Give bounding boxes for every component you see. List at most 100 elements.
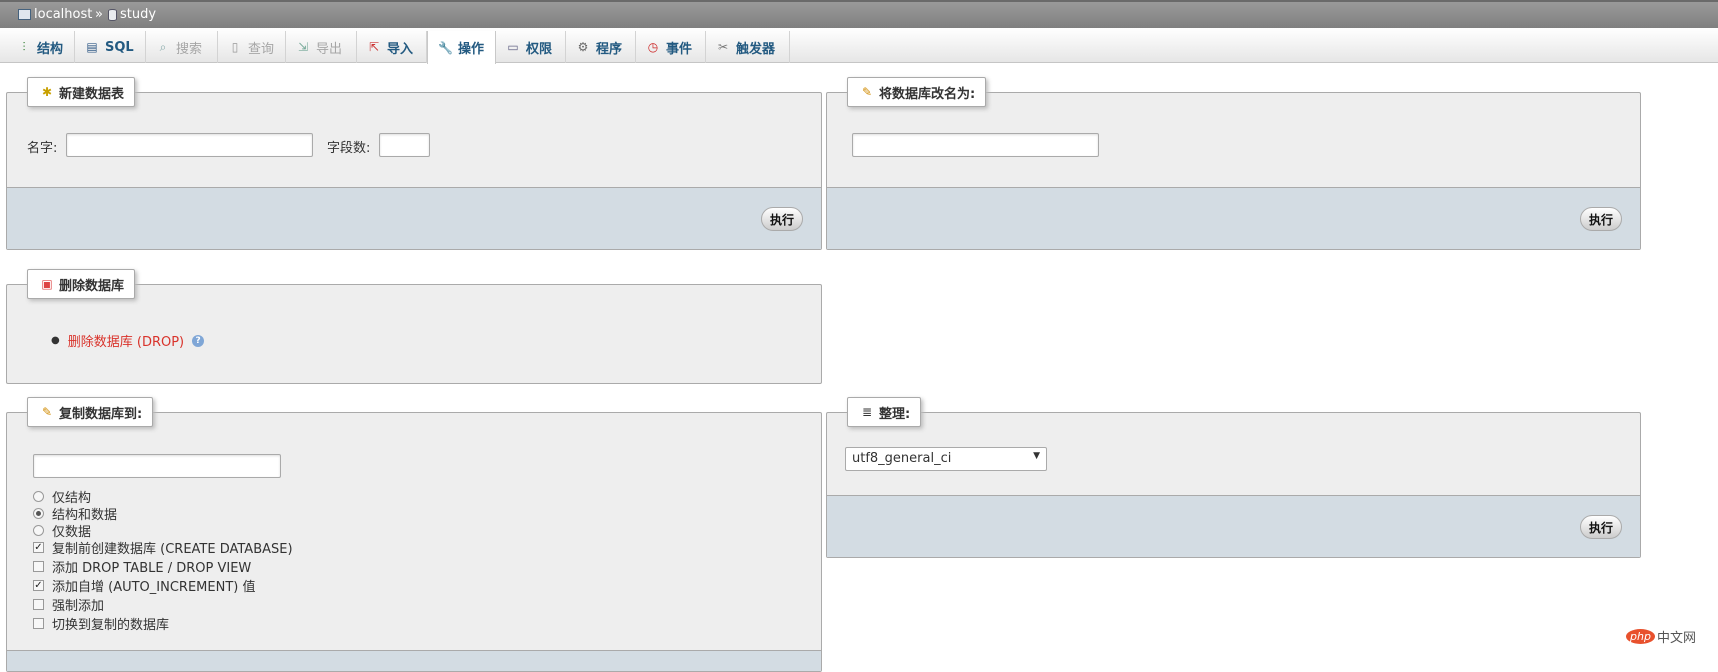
collation-select[interactable]: utf8_general_ci ▼ xyxy=(845,447,1047,471)
tab-structure[interactable]: ⫶ 结构 xyxy=(7,31,75,63)
drop-db-item: ● 删除数据库 (DROP) ? xyxy=(51,331,205,350)
server-icon xyxy=(18,9,31,20)
tab-export: ⇲ 导出 xyxy=(286,31,357,63)
watermark-text: 中文网 xyxy=(1656,631,1696,646)
tab-operations-label: 操作 xyxy=(458,42,485,57)
collation-submit-button[interactable]: 执行 xyxy=(1579,515,1622,539)
tab-import-label: 导入 xyxy=(387,41,414,57)
checkbox[interactable] xyxy=(33,561,44,572)
tab-privileges-label: 权限 xyxy=(526,41,553,57)
copy-option-create-database[interactable]: ✓ 复制前创建数据库 (CREATE DATABASE) xyxy=(33,538,293,557)
option-label: 复制前创建数据库 (CREATE DATABASE) xyxy=(52,542,293,557)
breadcrumb-database-label[interactable]: study xyxy=(120,7,156,22)
bullet-icon: ● xyxy=(51,335,60,346)
routines-icon: ⚙ xyxy=(577,40,589,54)
export-icon: ⇲ xyxy=(297,40,309,54)
tab-structure-label: 结构 xyxy=(37,41,64,57)
watermark-logo: php xyxy=(1626,629,1655,644)
copy-db-panel: ✎ 复制数据库到: 仅结构 结构和数据 仅数据 ✓ 复制前创建数据库 (CREA… xyxy=(6,397,822,672)
rename-db-input[interactable] xyxy=(852,133,1099,157)
copy-db-legend: ✎ 复制数据库到: xyxy=(27,397,154,427)
new-table-icon: ✱ xyxy=(41,85,53,99)
rename-db-footer: 执行 xyxy=(827,187,1640,249)
query-icon: ▯ xyxy=(231,40,239,54)
collation-legend: ≣ 整理: xyxy=(847,397,922,427)
tab-routines[interactable]: ⚙ 程序 xyxy=(566,31,636,63)
breadcrumb-separator: » xyxy=(95,7,103,22)
events-icon: ◷ xyxy=(647,40,659,54)
tab-sql[interactable]: ▤ SQL xyxy=(75,31,146,63)
pencil-icon: ✎ xyxy=(41,405,53,419)
drop-db-legend: ▣ 删除数据库 xyxy=(27,269,136,299)
breadcrumb-server-label[interactable]: localhost xyxy=(34,7,92,22)
create-table-legend: ✱ 新建数据表 xyxy=(27,77,136,107)
copy-option-drop-table[interactable]: 添加 DROP TABLE / DROP VIEW xyxy=(33,557,251,576)
import-icon: ⇱ xyxy=(368,40,380,54)
breadcrumb: localhost » study xyxy=(0,0,1718,28)
create-table-submit-button[interactable]: 执行 xyxy=(760,207,803,231)
tab-events-label: 事件 xyxy=(666,41,693,57)
chevron-down-icon: ▼ xyxy=(1033,451,1040,461)
table-name-label: 名字: xyxy=(27,141,58,156)
checkbox[interactable] xyxy=(33,618,44,629)
create-table-title: 新建数据表 xyxy=(59,86,125,102)
field-count-label: 字段数: xyxy=(327,141,371,156)
tab-privileges[interactable]: ▭ 权限 xyxy=(496,31,566,63)
drop-db-title: 删除数据库 xyxy=(59,278,125,294)
tab-routines-label: 程序 xyxy=(596,41,623,57)
copy-option-switch-to-copy[interactable]: 切换到复制的数据库 xyxy=(33,614,169,633)
wrench-icon: 🔧 xyxy=(438,40,453,55)
privileges-icon: ▭ xyxy=(507,40,519,54)
option-label: 添加自增 (AUTO_INCREMENT) 值 xyxy=(52,580,256,595)
drop-db-panel: ▣ 删除数据库 ● 删除数据库 (DROP) ? xyxy=(6,269,822,384)
rename-db-panel: ✎ 将数据库改名为: 执行 xyxy=(826,77,1641,250)
field-count-input[interactable] xyxy=(379,133,430,157)
create-table-footer: 执行 xyxy=(7,187,821,249)
copy-option-auto-increment[interactable]: ✓ 添加自增 (AUTO_INCREMENT) 值 xyxy=(33,576,255,595)
rename-db-legend: ✎ 将数据库改名为: xyxy=(847,77,987,107)
tab-query: ▯ 查询 xyxy=(218,31,286,63)
watermark: php 中文网 xyxy=(1626,627,1696,646)
tab-events[interactable]: ◷ 事件 xyxy=(636,31,706,63)
help-icon[interactable]: ? xyxy=(192,334,205,347)
collation-selected-value: utf8_general_ci xyxy=(852,451,952,466)
tab-query-label: 查询 xyxy=(248,41,275,57)
pencil-icon: ✎ xyxy=(861,85,873,99)
copy-db-title: 复制数据库到: xyxy=(59,406,143,422)
create-table-panel: ✱ 新建数据表 名字: 字段数: 执行 xyxy=(6,77,822,250)
triggers-icon: ✂ xyxy=(717,40,729,54)
tab-sql-label: SQL xyxy=(105,39,134,55)
tab-import[interactable]: ⇱ 导入 xyxy=(357,31,427,63)
list-icon: ≣ xyxy=(861,405,873,419)
drop-db-link[interactable]: 删除数据库 (DROP) xyxy=(68,331,184,350)
radio-button[interactable] xyxy=(33,525,44,536)
option-label: 添加 DROP TABLE / DROP VIEW xyxy=(52,561,252,576)
checkbox[interactable]: ✓ xyxy=(33,542,44,553)
collation-panel: ≣ 整理: utf8_general_ci ▼ 执行 xyxy=(826,397,1641,558)
table-name-input[interactable] xyxy=(66,133,313,157)
tab-operations[interactable]: 🔧 操作 xyxy=(427,31,496,64)
tab-search-label: 搜索 xyxy=(176,41,203,57)
rename-db-title: 将数据库改名为: xyxy=(879,86,976,102)
collation-footer: 执行 xyxy=(827,495,1640,557)
tab-triggers-label: 触发器 xyxy=(736,41,776,57)
sql-icon: ▤ xyxy=(86,40,98,54)
tab-triggers[interactable]: ✂ 触发器 xyxy=(706,31,790,63)
option-label: 强制添加 xyxy=(52,599,105,614)
search-icon: ⌕ xyxy=(159,40,167,54)
tab-bar: ⫶ 结构 ▤ SQL ⌕ 搜索 ▯ 查询 ⇲ 导出 ⇱ 导入 🔧 操作 ▭ 权限… xyxy=(0,28,1718,64)
breadcrumb-server[interactable]: localhost xyxy=(18,7,92,22)
copy-db-footer xyxy=(7,650,821,671)
copy-db-target-input[interactable] xyxy=(33,454,281,478)
rename-db-submit-button[interactable]: 执行 xyxy=(1579,207,1622,231)
checkbox[interactable] xyxy=(33,599,44,610)
option-label: 切换到复制的数据库 xyxy=(52,618,170,633)
radio-button[interactable] xyxy=(33,508,44,519)
database-icon xyxy=(108,8,117,21)
breadcrumb-database[interactable]: study xyxy=(108,7,156,22)
drop-db-icon: ▣ xyxy=(41,277,53,291)
radio-button[interactable] xyxy=(33,491,44,502)
checkbox[interactable]: ✓ xyxy=(33,580,44,591)
copy-option-force[interactable]: 强制添加 xyxy=(33,595,104,614)
tab-search: ⌕ 搜索 xyxy=(146,31,218,63)
